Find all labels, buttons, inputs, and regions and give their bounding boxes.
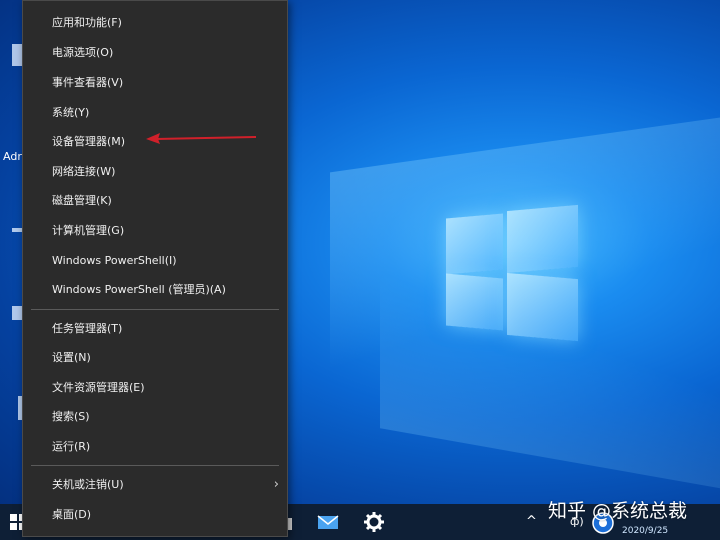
- menu-item-computer-management[interactable]: 计算机管理(G): [23, 217, 287, 245]
- tray-overflow-chevron-icon[interactable]: ^: [526, 514, 537, 529]
- menu-separator: [31, 465, 279, 466]
- desktop-icon[interactable]: [12, 228, 22, 232]
- desktop-icon[interactable]: [12, 44, 22, 66]
- desktop-icon-label[interactable]: Adr: [3, 150, 22, 163]
- logo-pane-bottom-right: [507, 272, 578, 342]
- menu-item-settings[interactable]: 设置(N): [23, 344, 287, 372]
- menu-item-apps-features[interactable]: 应用和功能(F): [23, 9, 287, 37]
- logo-pane-bottom-left: [446, 273, 503, 331]
- menu-item-powershell[interactable]: Windows PowerShell(I): [23, 247, 287, 275]
- chevron-right-icon: ›: [273, 477, 279, 492]
- logo-pane-top-left: [446, 213, 503, 275]
- windows-logo-wallpaper: [446, 204, 578, 342]
- menu-item-event-viewer[interactable]: 事件查看器(V): [23, 69, 287, 97]
- red-arrow-annotation: [146, 133, 257, 144]
- menu-item-network-connections[interactable]: 网络连接(W): [23, 158, 287, 186]
- desktop-icon[interactable]: [12, 306, 22, 320]
- mail-icon[interactable]: [316, 510, 340, 534]
- menu-item-disk-management[interactable]: 磁盘管理(K): [23, 187, 287, 215]
- settings-gear-icon[interactable]: [362, 510, 386, 534]
- menu-item-file-explorer[interactable]: 文件资源管理器(E): [23, 374, 287, 402]
- clock-date[interactable]: 2020/9/25: [622, 526, 668, 536]
- menu-item-run[interactable]: 运行(R): [23, 433, 287, 461]
- menu-item-label: 关机或注销(U): [52, 478, 124, 491]
- menu-item-powershell-admin[interactable]: Windows PowerShell (管理员)(A): [23, 276, 287, 304]
- menu-separator: [31, 309, 279, 310]
- winx-context-menu: 应用和功能(F) 电源选项(O) 事件查看器(V) 系统(Y) 设备管理器(M)…: [22, 0, 288, 537]
- menu-item-power-options[interactable]: 电源选项(O): [23, 39, 287, 67]
- menu-item-search[interactable]: 搜索(S): [23, 403, 287, 431]
- menu-item-system[interactable]: 系统(Y): [23, 99, 287, 127]
- menu-item-shutdown-signout[interactable]: 关机或注销(U) ›: [23, 471, 287, 499]
- watermark-text: 知乎 @系统总裁: [548, 500, 688, 522]
- logo-pane-top-right: [507, 204, 578, 274]
- menu-item-task-manager[interactable]: 任务管理器(T): [23, 315, 287, 343]
- menu-item-desktop[interactable]: 桌面(D): [23, 501, 287, 529]
